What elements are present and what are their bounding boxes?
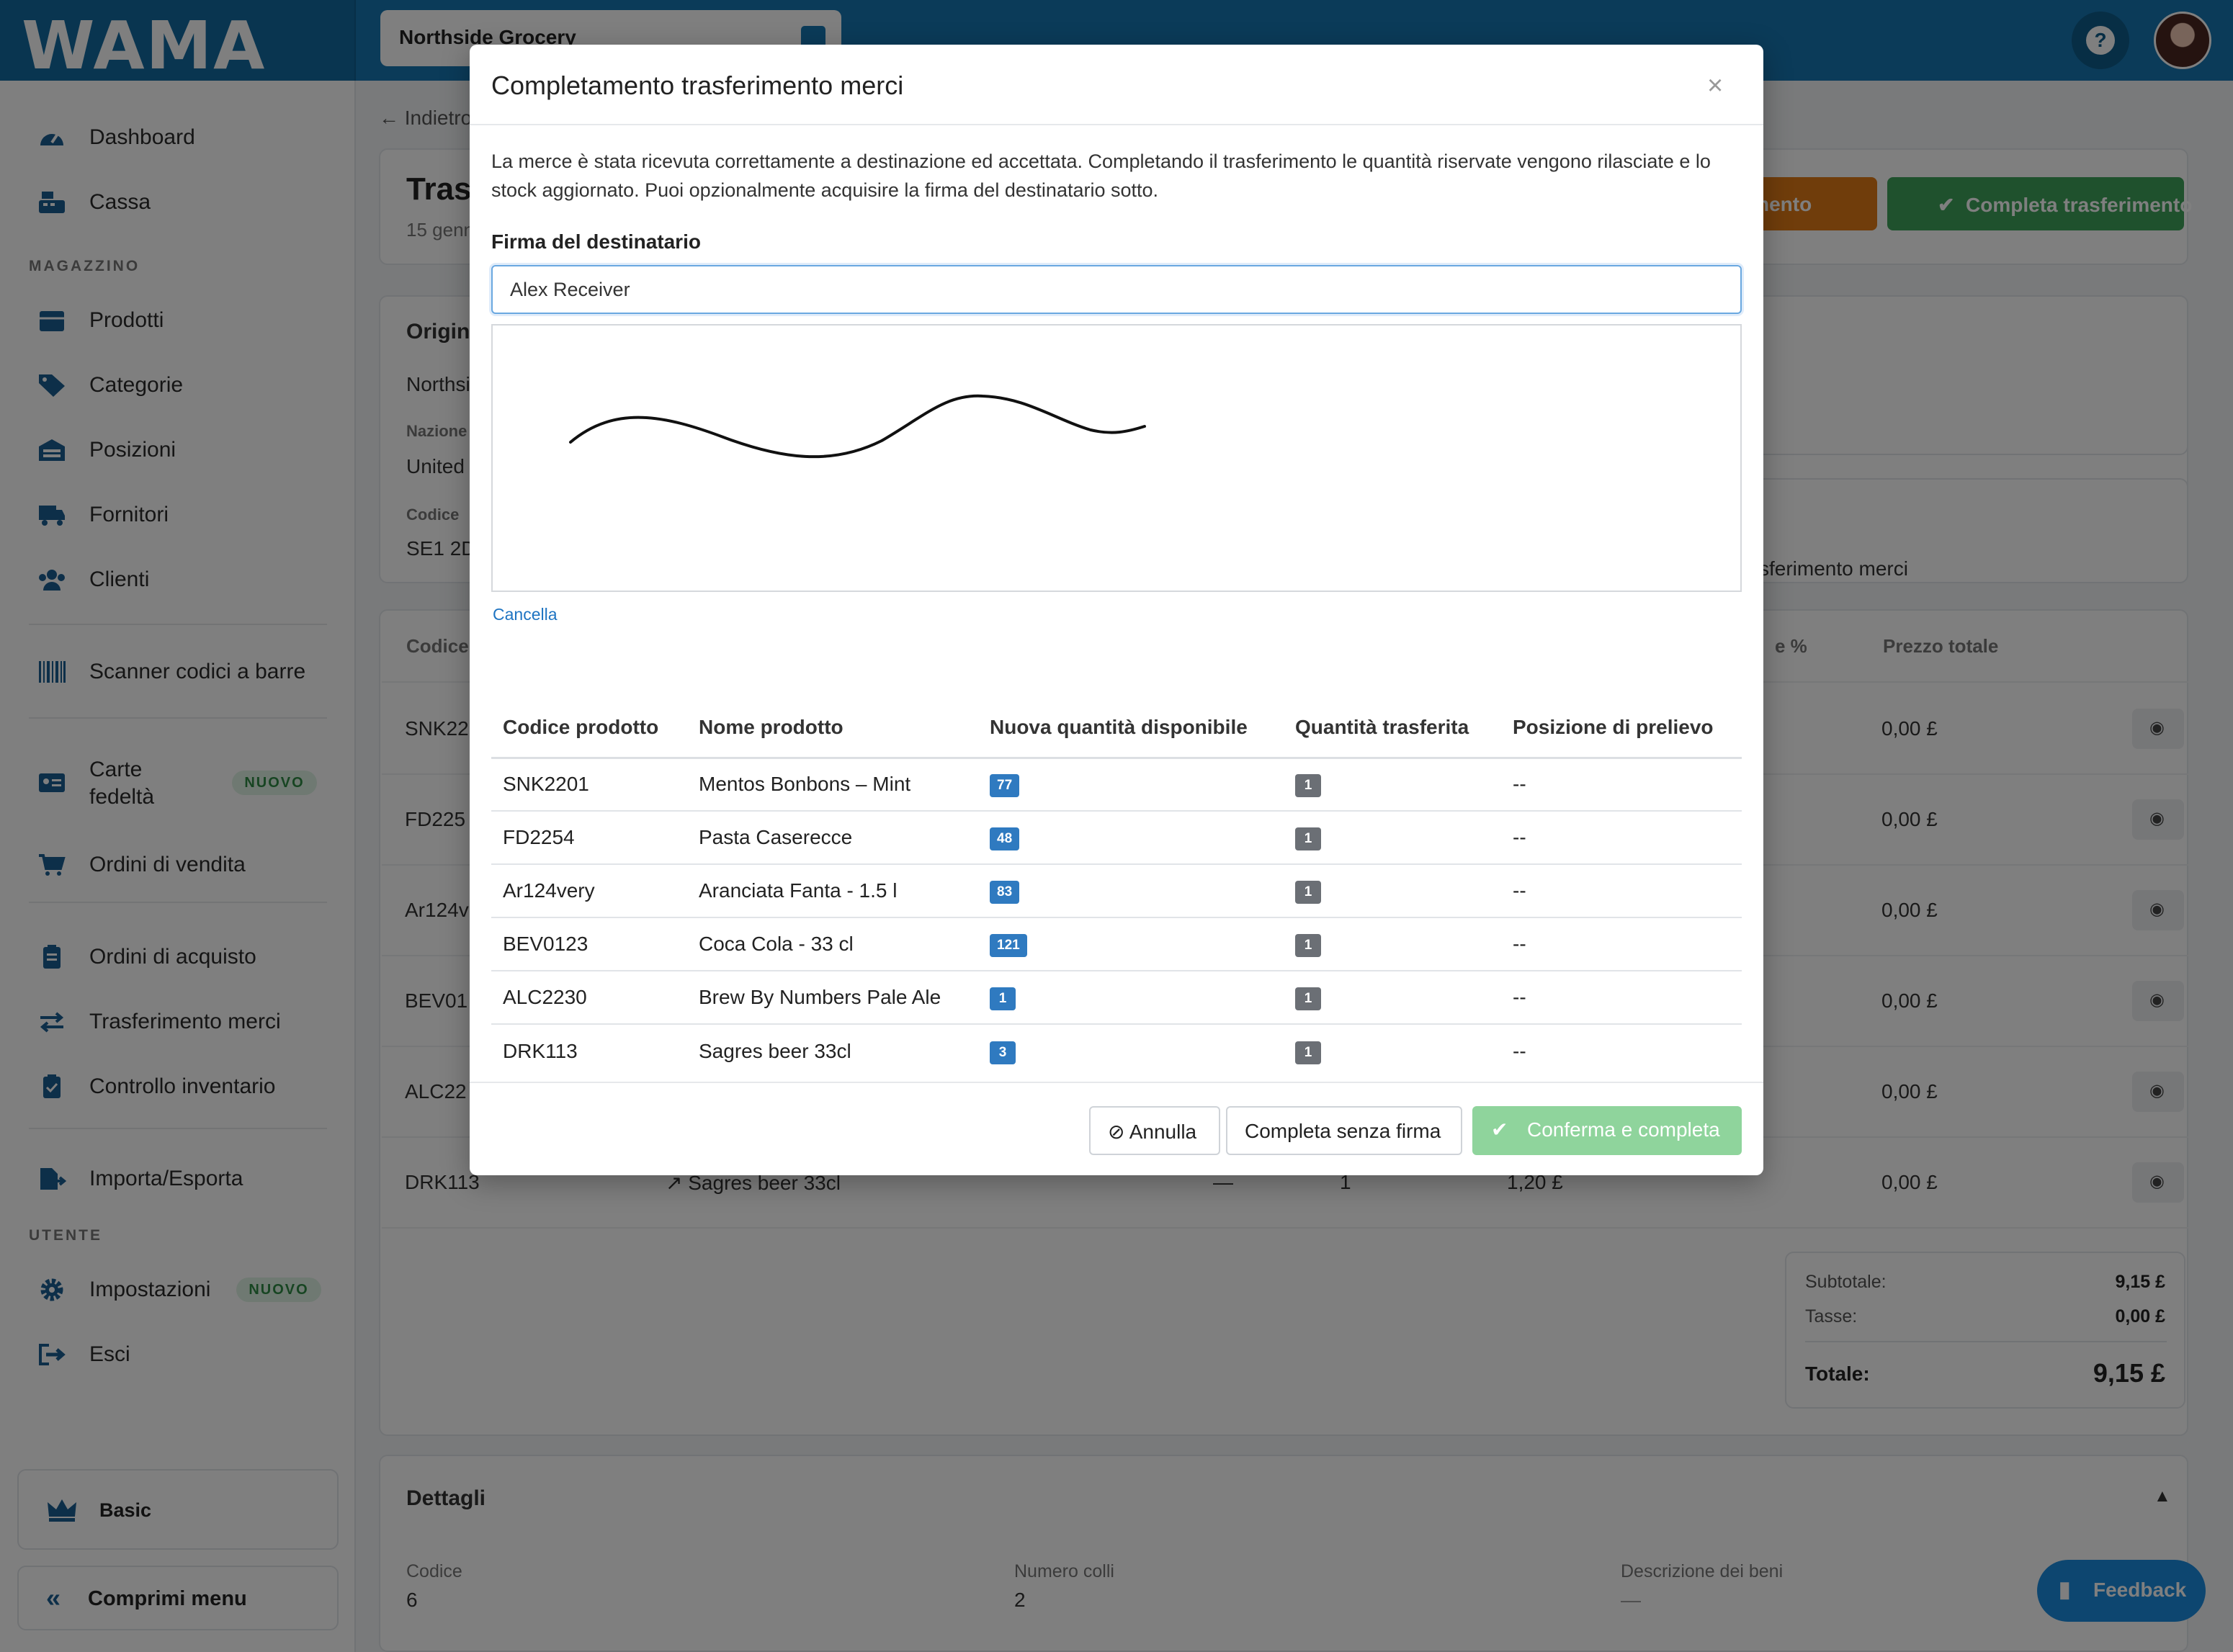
transferred-qty-badge: 1 (1295, 987, 1321, 1010)
pick-location: -- (1501, 917, 1742, 971)
signature-name-input[interactable] (491, 265, 1742, 314)
transferred-qty-badge: 1 (1295, 774, 1321, 798)
col-header: Nuova quantità disponibile (978, 699, 1284, 759)
clear-signature-link[interactable]: Cancella (493, 605, 558, 624)
pick-location: -- (1501, 758, 1742, 812)
available-qty-badge: 121 (990, 934, 1027, 957)
product-code: DRK113 (503, 1039, 578, 1062)
ban-icon: ⊘ (1108, 1121, 1129, 1143)
available-qty-badge: 83 (990, 881, 1020, 904)
col-header: Quantità trasferita (1284, 699, 1501, 759)
pick-location: -- (1501, 811, 1742, 865)
signature-stroke (569, 394, 1146, 459)
table-row: Ar124very Aranciata Fanta - 1.5 l 83 1 -… (491, 864, 1742, 918)
pick-location: -- (1513, 1039, 1526, 1062)
table-row: BEV0123 Coca Cola - 33 cl 121 1 -- (491, 917, 1742, 971)
product-name: Coca Cola - 33 cl (687, 917, 978, 971)
complete-without-signature-label: Completa senza firma (1245, 1120, 1441, 1142)
pick-location: -- (1501, 864, 1742, 918)
transferred-qty-badge: 1 (1295, 934, 1321, 957)
cancel-button-label: Annulla (1129, 1121, 1197, 1143)
col-header: Codice prodotto (491, 699, 687, 759)
table-row: ALC2230 Brew By Numbers Pale Ale 1 1 -- (491, 971, 1742, 1025)
table-row: FD2254 Pasta Caserecce 48 1 -- (491, 811, 1742, 865)
transferred-qty-badge: 1 (1295, 827, 1321, 850)
product-name: Pasta Caserecce (687, 811, 978, 865)
signature-pad[interactable] (491, 324, 1742, 592)
transferred-qty-badge: 1 (1295, 1041, 1321, 1064)
check-icon: ✔ (1491, 1118, 1508, 1141)
available-qty-badge: 48 (990, 827, 1020, 850)
pick-location: -- (1501, 971, 1742, 1025)
product-name: Brew By Numbers Pale Ale (687, 971, 978, 1025)
product-code: Ar124very (491, 864, 687, 918)
complete-transfer-modal: Completamento trasferimento merci × La m… (470, 45, 1763, 1175)
cancel-button[interactable]: ⊘ Annulla (1089, 1106, 1220, 1155)
product-code: SNK2201 (491, 758, 687, 812)
transferred-qty-badge: 1 (1295, 881, 1321, 904)
signature-label: Firma del destinatario (491, 230, 701, 253)
table-row: DRK113 Sagres beer 33cl 3 1 -- (491, 1024, 1742, 1077)
product-name: Sagres beer 33cl (699, 1039, 851, 1062)
available-qty-badge: 3 (990, 1041, 1016, 1064)
col-header: Nome prodotto (687, 699, 978, 759)
modal-title: Completamento trasferimento merci (491, 71, 904, 100)
table-header-row: Codice prodotto Nome prodotto Nuova quan… (491, 699, 1742, 759)
product-code: BEV0123 (491, 917, 687, 971)
product-name: Aranciata Fanta - 1.5 l (687, 864, 978, 918)
col-header: Posizione di prelievo (1501, 699, 1742, 759)
table-row: SNK2201 Mentos Bonbons – Mint 77 1 -- (491, 758, 1742, 812)
available-qty-badge: 77 (990, 774, 1020, 798)
complete-without-signature-button[interactable]: Completa senza firma (1226, 1106, 1462, 1155)
product-code: FD2254 (491, 811, 687, 865)
available-qty-badge: 1 (990, 987, 1016, 1010)
products-table: Codice prodotto Nome prodotto Nuova quan… (491, 699, 1742, 1077)
modal-description: La merce è stata ricevuta correttamente … (491, 151, 1711, 201)
confirm-complete-button[interactable]: ✔ Conferma e completa (1472, 1106, 1742, 1155)
product-code: ALC2230 (491, 971, 687, 1025)
confirm-complete-label: Conferma e completa (1527, 1118, 1720, 1141)
modal-footer: ⊘ Annulla Completa senza firma ✔ Conferm… (470, 1082, 1763, 1175)
close-icon[interactable]: × (1707, 71, 1723, 102)
product-name: Mentos Bonbons – Mint (687, 758, 978, 812)
modal-header: Completamento trasferimento merci × (470, 45, 1763, 125)
